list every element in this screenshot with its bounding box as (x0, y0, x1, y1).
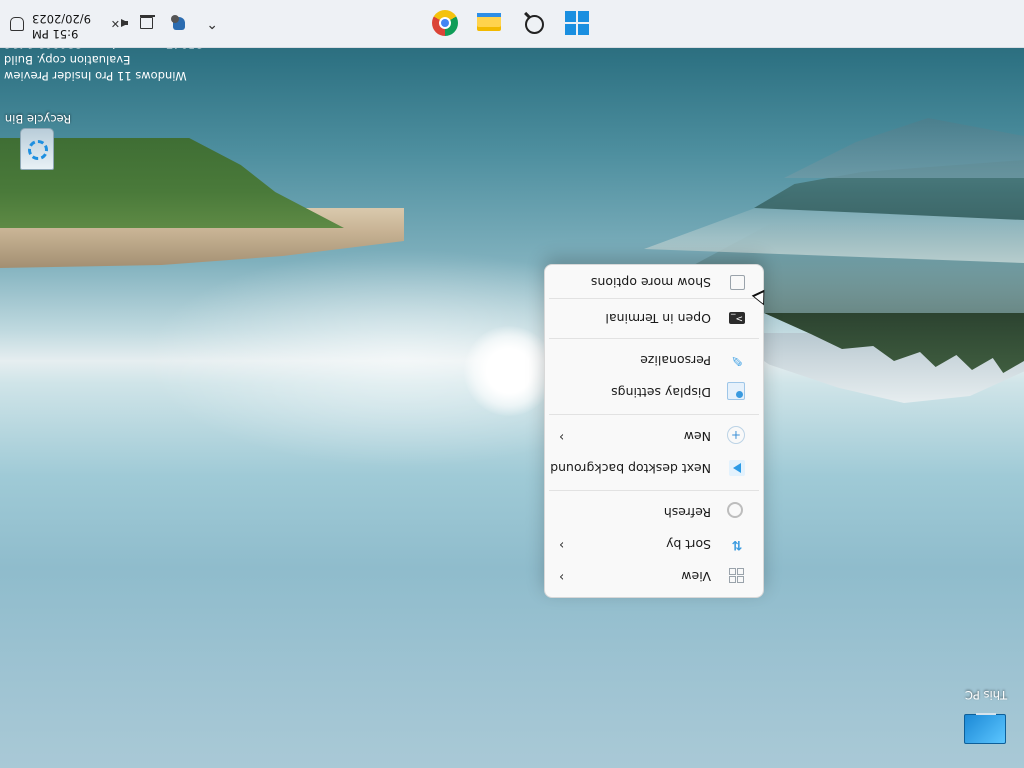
chevron-right-icon: › (559, 429, 565, 444)
menu-item-new[interactable]: + New › (549, 421, 759, 451)
display-settings-icon (727, 382, 745, 400)
monitor-stand (976, 713, 996, 715)
search-icon[interactable] (520, 10, 546, 36)
taskbar-clock[interactable]: 9:51 PM 9/20/2023 (32, 11, 102, 41)
menu-item-open-in-terminal[interactable]: >_ Open in Terminal (549, 303, 759, 333)
menu-item-view[interactable]: View › (549, 561, 759, 591)
terminal-icon: >_ (729, 312, 745, 324)
menu-item-label: Sort by (666, 537, 711, 552)
notification-bell-icon[interactable] (10, 17, 24, 31)
show-more-options-icon (730, 275, 745, 290)
chevron-right-icon: › (559, 569, 565, 584)
new-plus-icon: + (727, 426, 745, 444)
menu-item-label: New (683, 429, 711, 444)
security-shield-icon[interactable] (170, 14, 188, 32)
menu-item-label: Personalize (640, 353, 711, 368)
desktop-context-menu: View › ⇅ Sort by › Refresh Next desktop … (544, 264, 764, 598)
view-grid-icon (729, 568, 745, 584)
desktop-screen: This PC Recycle Bin Windows 11 Pro Insid… (0, 0, 1024, 768)
menu-item-label: Display settings (611, 385, 711, 400)
menu-separator (549, 338, 759, 339)
menu-separator (549, 298, 759, 299)
clock-time: 9:51 PM (32, 27, 79, 41)
refresh-icon (727, 502, 743, 518)
this-pc-icon (964, 714, 1006, 744)
menu-item-show-more-options[interactable]: Show more options (549, 267, 759, 297)
menu-item-personalize[interactable]: ✎ Personalize (549, 345, 759, 375)
menu-item-label: View (681, 569, 711, 584)
menu-item-next-desktop-background[interactable]: Next desktop background (549, 453, 759, 483)
menu-item-refresh[interactable]: Refresh (549, 497, 759, 527)
menu-item-sort-by[interactable]: ⇅ Sort by › (549, 529, 759, 559)
chrome-icon[interactable] (432, 10, 458, 36)
watermark-line-1: Windows 11 Pro Insider Preview (4, 69, 187, 83)
network-icon[interactable] (138, 14, 156, 32)
chevron-right-icon: › (559, 537, 565, 552)
next-background-icon (729, 460, 745, 476)
wallpaper-sun (464, 326, 554, 416)
menu-item-display-settings[interactable]: Display settings (549, 377, 759, 407)
file-explorer-icon[interactable] (476, 10, 502, 36)
recycle-bin-label: Recycle Bin (4, 112, 72, 126)
personalize-brush-icon: ✎ (731, 352, 743, 368)
recycle-arrows-icon (28, 140, 48, 160)
this-pc-label: This PC (964, 688, 1008, 702)
sort-icon: ⇅ (731, 537, 743, 552)
menu-separator (549, 414, 759, 415)
windows-start-icon[interactable] (564, 10, 590, 36)
menu-separator (549, 490, 759, 491)
menu-item-label: Show more options (590, 275, 711, 290)
menu-item-label: Refresh (663, 505, 711, 520)
clock-date: 9/20/2023 (32, 12, 91, 26)
menu-item-label: Open in Terminal (605, 311, 711, 326)
menu-item-label: Next desktop background (550, 461, 711, 476)
volume-muted-icon[interactable]: ✕ (111, 14, 130, 32)
show-hidden-icons-chevron-icon[interactable]: ⌃ (206, 14, 218, 32)
